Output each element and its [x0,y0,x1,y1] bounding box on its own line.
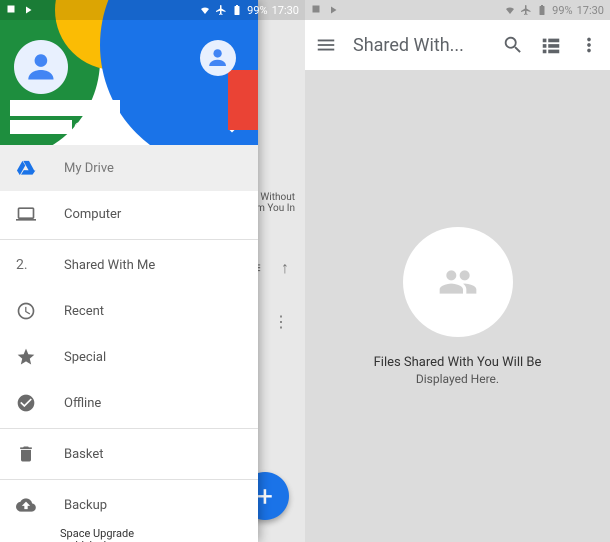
secondary-avatar[interactable] [200,40,236,76]
person-icon [205,45,230,70]
screen-left: 99% 17:30 To Without From You In ≡ ↑ ⋮ + [0,0,305,542]
page-title: Shared With... [353,35,486,56]
drawer-item-computer[interactable]: Computer [0,191,258,237]
people-icon: 2. [16,257,36,273]
airplane-icon [215,4,227,16]
statusbar: 99% 17:30 [0,0,305,20]
empty-state: Files Shared With You Will Be Displayed … [305,70,610,542]
star-icon [16,347,36,367]
drawer-item-recent[interactable]: Recent [0,288,258,334]
hamburger-menu-button[interactable] [315,34,337,56]
statusbar-right: 99% 17:30 [199,4,299,17]
notification-icon-2 [22,4,34,16]
battery-icon [231,4,243,16]
drawer-item-my-drive[interactable]: My Drive [0,145,258,191]
battery-percentage: 99% [247,4,267,17]
search-button[interactable] [502,34,524,56]
statusbar: 99% 17:30 [305,0,610,20]
drawer-items-list: My Drive Computer 2. Shared With Me Rece… [0,145,258,542]
drawer-item-offline[interactable]: Offline [0,380,258,426]
dual-screenshot-container: 99% 17:30 To Without From You In ≡ ↑ ⋮ + [0,0,610,542]
airplane-icon [520,4,532,16]
screen-right: 99% 17:30 Shared With... Files Shared Wi… [305,0,610,542]
email-domain: @gmail.com [74,122,130,133]
list-view-icon [540,34,562,56]
wifi-icon [504,4,516,16]
drawer-item-space-upgrade[interactable]: Space Upgrade archiviazione [0,528,258,542]
account-dropdown[interactable] [226,122,238,141]
wifi-icon [199,4,211,16]
notification-icon-2 [327,4,339,16]
empty-message-line1: Files Shared With You Will Be [374,355,542,370]
person-icon [22,48,60,86]
drawer-item-label: Special [64,350,106,365]
divider [0,479,258,480]
more-options-button[interactable] [578,34,600,56]
upgrade-line1: Space Upgrade [60,527,134,540]
cloud-upload-icon [16,495,36,515]
drawer-item-label: My Drive [64,161,114,176]
statusbar-left [6,4,34,16]
drawer-item-basket[interactable]: Basket [0,431,258,477]
drawer-item-special[interactable]: Special [0,334,258,380]
trash-icon [16,444,36,464]
notification-icon-1 [6,4,18,16]
empty-message-line2: Displayed Here. [416,372,499,386]
drawer-item-label: Basket [64,447,104,462]
clock-time: 17:30 [577,4,604,17]
drive-icon [16,158,36,178]
search-icon [502,34,524,56]
clock-icon [16,301,36,321]
primary-avatar[interactable] [14,40,68,94]
offline-icon [16,393,36,413]
navigation-drawer: @gmail.com My Drive Computer 2. [0,0,258,542]
empty-state-graphic [403,227,513,337]
drawer-item-label: Recent [64,304,104,319]
account-email[interactable]: @gmail.com [10,120,130,134]
statusbar-left [311,4,339,16]
email-local-redacted [10,120,72,134]
more-vert-icon [578,34,600,56]
drawer-item-shared-with-me[interactable]: 2. Shared With Me [0,242,258,288]
account-name-redacted [10,100,120,116]
chevron-down-icon [226,125,238,137]
content-area: Files Shared With You Will Be Displayed … [305,70,610,542]
hamburger-icon [315,34,337,56]
drawer-item-label: Shared With Me [64,258,155,273]
app-toolbar: Shared With... [305,20,610,70]
statusbar-right: 99% 17:30 [504,4,604,17]
drawer-header: @gmail.com [0,0,258,145]
battery-icon [536,4,548,16]
up-arrow-icon[interactable]: ↑ [281,258,289,278]
battery-percentage: 99% [552,4,572,17]
people-icon [433,262,483,302]
divider [0,239,258,240]
notification-icon-1 [311,4,323,16]
drawer-item-backup[interactable]: Backup [0,482,258,528]
clock-time: 17:30 [272,4,299,17]
drawer-item-label: Offline [64,396,101,411]
divider [0,428,258,429]
drawer-item-label: Backup [64,498,107,513]
view-toggle-button[interactable] [540,34,562,56]
plus-icon: + [257,480,273,513]
drawer-item-label: Computer [64,207,121,222]
computer-icon [16,204,36,224]
